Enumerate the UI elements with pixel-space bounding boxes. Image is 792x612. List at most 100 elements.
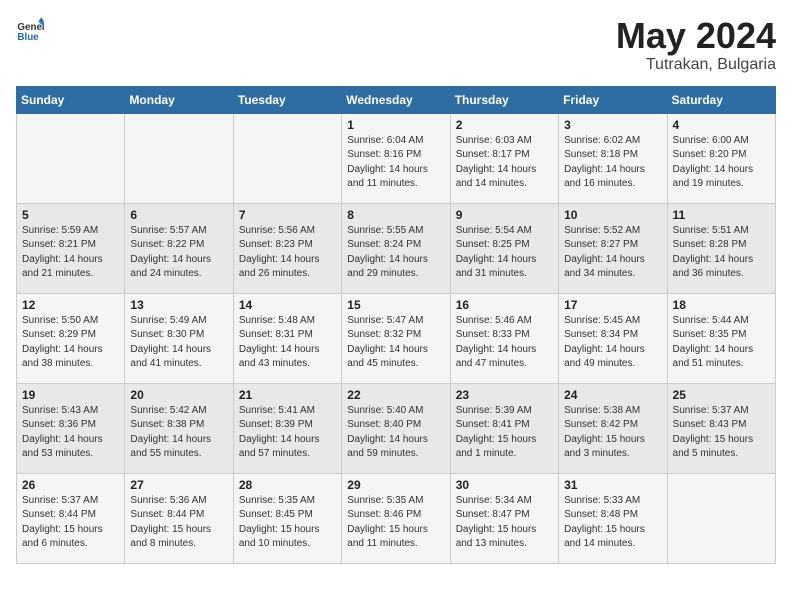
svg-text:Blue: Blue xyxy=(17,32,39,43)
col-thursday: Thursday xyxy=(450,86,558,113)
day-number: 8 xyxy=(347,208,444,222)
calendar-cell: 15 Sunrise: 5:47 AM Sunset: 8:32 PM Dayli… xyxy=(342,293,450,383)
day-number: 25 xyxy=(673,388,770,402)
day-info: Sunrise: 5:50 AM Sunset: 8:29 PM Dayligh… xyxy=(22,314,119,372)
calendar-cell: 13Sunrise: 5:49 AM Sunset: 8:30 PM Dayli… xyxy=(125,293,233,383)
day-info: Sunrise: 6:04 AM Sunset: 8:16 PM Dayligh… xyxy=(347,134,444,192)
calendar-cell: 1 Sunrise: 6:04 AM Sunset: 8:16 PM Daylig… xyxy=(342,113,450,203)
col-sunday: Sunday xyxy=(17,86,125,113)
month-title: May 2024 xyxy=(616,16,776,56)
calendar-week-2: 5Sunrise: 5:59 AM Sunset: 8:21 PM Daylig… xyxy=(17,203,776,293)
calendar-cell: 9 Sunrise: 5:54 AM Sunset: 8:25 PM Daylig… xyxy=(450,203,558,293)
day-info: Sunrise: 5:38 AM Sunset: 8:42 PM Dayligh… xyxy=(564,404,661,462)
day-number: 3 xyxy=(564,118,661,132)
day-info: Sunrise: 5:52 AM Sunset: 8:27 PM Dayligh… xyxy=(564,224,661,282)
day-number: 12 xyxy=(22,298,119,312)
day-number: 31 xyxy=(564,478,661,492)
calendar-cell: 24 Sunrise: 5:38 AM Sunset: 8:42 PM Dayli… xyxy=(559,383,667,473)
calendar-cell: 25Sunrise: 5:37 AM Sunset: 8:43 PM Dayli… xyxy=(667,383,775,473)
calendar-cell xyxy=(233,113,341,203)
day-number: 19 xyxy=(22,388,119,402)
header-row: Sunday Monday Tuesday Wednesday Thursday… xyxy=(17,86,776,113)
calendar-cell: 20 Sunrise: 5:42 AM Sunset: 8:38 PM Dayli… xyxy=(125,383,233,473)
page-header: General Blue May 2024 Tutrakan, Bulgaria xyxy=(16,16,776,74)
day-info: Sunrise: 5:47 AM Sunset: 8:32 PM Dayligh… xyxy=(347,314,444,372)
day-info: Sunrise: 5:35 AM Sunset: 8:45 PM Dayligh… xyxy=(239,494,336,552)
day-number: 4 xyxy=(673,118,770,132)
day-number: 29 xyxy=(347,478,444,492)
calendar-cell: 6 Sunrise: 5:57 AM Sunset: 8:22 PM Daylig… xyxy=(125,203,233,293)
day-number: 24 xyxy=(564,388,661,402)
day-info: Sunrise: 6:02 AM Sunset: 8:18 PM Dayligh… xyxy=(564,134,661,192)
col-friday: Friday xyxy=(559,86,667,113)
calendar-cell: 29Sunrise: 5:35 AM Sunset: 8:46 PM Dayli… xyxy=(342,473,450,563)
day-info: Sunrise: 5:43 AM Sunset: 8:36 PM Dayligh… xyxy=(22,404,119,462)
day-number: 18 xyxy=(673,298,770,312)
calendar-cell xyxy=(17,113,125,203)
col-tuesday: Tuesday xyxy=(233,86,341,113)
day-info: Sunrise: 5:39 AM Sunset: 8:41 PM Dayligh… xyxy=(456,404,553,462)
calendar-week-4: 19 Sunrise: 5:43 AM Sunset: 8:36 PM Dayli… xyxy=(17,383,776,473)
day-info: Sunrise: 6:00 AM Sunset: 8:20 PM Dayligh… xyxy=(673,134,770,192)
calendar-cell: 18 Sunrise: 5:44 AM Sunset: 8:35 PM Dayli… xyxy=(667,293,775,383)
calendar-cell: 14 Sunrise: 5:48 AM Sunset: 8:31 PM Dayli… xyxy=(233,293,341,383)
day-number: 7 xyxy=(239,208,336,222)
day-number: 21 xyxy=(239,388,336,402)
day-number: 16 xyxy=(456,298,553,312)
col-saturday: Saturday xyxy=(667,86,775,113)
calendar-week-1: 1 Sunrise: 6:04 AM Sunset: 8:16 PM Daylig… xyxy=(17,113,776,203)
calendar-cell: 27Sunrise: 5:36 AM Sunset: 8:44 PM Dayli… xyxy=(125,473,233,563)
day-info: Sunrise: 5:54 AM Sunset: 8:25 PM Dayligh… xyxy=(456,224,553,282)
calendar-cell: 17Sunrise: 5:45 AM Sunset: 8:34 PM Dayli… xyxy=(559,293,667,383)
day-info: Sunrise: 5:55 AM Sunset: 8:24 PM Dayligh… xyxy=(347,224,444,282)
day-number: 14 xyxy=(239,298,336,312)
calendar-cell: 22Sunrise: 5:40 AM Sunset: 8:40 PM Dayli… xyxy=(342,383,450,473)
day-info: Sunrise: 5:46 AM Sunset: 8:33 PM Dayligh… xyxy=(456,314,553,372)
calendar-cell: 2Sunrise: 6:03 AM Sunset: 8:17 PM Daylig… xyxy=(450,113,558,203)
calendar-table: Sunday Monday Tuesday Wednesday Thursday… xyxy=(16,86,776,564)
calendar-cell: 7Sunrise: 5:56 AM Sunset: 8:23 PM Daylig… xyxy=(233,203,341,293)
day-number: 13 xyxy=(130,298,227,312)
calendar-cell xyxy=(125,113,233,203)
day-number: 5 xyxy=(22,208,119,222)
day-number: 9 xyxy=(456,208,553,222)
day-number: 15 xyxy=(347,298,444,312)
logo: General Blue xyxy=(16,16,44,44)
day-info: Sunrise: 5:44 AM Sunset: 8:35 PM Dayligh… xyxy=(673,314,770,372)
day-info: Sunrise: 5:34 AM Sunset: 8:47 PM Dayligh… xyxy=(456,494,553,552)
day-number: 6 xyxy=(130,208,227,222)
calendar-cell: 19 Sunrise: 5:43 AM Sunset: 8:36 PM Dayli… xyxy=(17,383,125,473)
day-info: Sunrise: 5:42 AM Sunset: 8:38 PM Dayligh… xyxy=(130,404,227,462)
calendar-cell: 28Sunrise: 5:35 AM Sunset: 8:45 PM Dayli… xyxy=(233,473,341,563)
day-info: Sunrise: 5:57 AM Sunset: 8:22 PM Dayligh… xyxy=(130,224,227,282)
calendar-cell xyxy=(667,473,775,563)
calendar-cell: 21Sunrise: 5:41 AM Sunset: 8:39 PM Dayli… xyxy=(233,383,341,473)
calendar-cell: 31 Sunrise: 5:33 AM Sunset: 8:48 PM Dayli… xyxy=(559,473,667,563)
day-info: Sunrise: 5:37 AM Sunset: 8:44 PM Dayligh… xyxy=(22,494,119,552)
calendar-cell: 3 Sunrise: 6:02 AM Sunset: 8:18 PM Daylig… xyxy=(559,113,667,203)
day-info: Sunrise: 5:51 AM Sunset: 8:28 PM Dayligh… xyxy=(673,224,770,282)
calendar-cell: 12 Sunrise: 5:50 AM Sunset: 8:29 PM Dayli… xyxy=(17,293,125,383)
day-number: 20 xyxy=(130,388,227,402)
day-info: Sunrise: 5:36 AM Sunset: 8:44 PM Dayligh… xyxy=(130,494,227,552)
calendar-cell: 4 Sunrise: 6:00 AM Sunset: 8:20 PM Daylig… xyxy=(667,113,775,203)
calendar-cell: 10Sunrise: 5:52 AM Sunset: 8:27 PM Dayli… xyxy=(559,203,667,293)
calendar-week-5: 26 Sunrise: 5:37 AM Sunset: 8:44 PM Dayli… xyxy=(17,473,776,563)
day-info: Sunrise: 5:48 AM Sunset: 8:31 PM Dayligh… xyxy=(239,314,336,372)
day-number: 1 xyxy=(347,118,444,132)
day-number: 23 xyxy=(456,388,553,402)
day-number: 11 xyxy=(673,208,770,222)
calendar-cell: 26 Sunrise: 5:37 AM Sunset: 8:44 PM Dayli… xyxy=(17,473,125,563)
day-info: Sunrise: 5:33 AM Sunset: 8:48 PM Dayligh… xyxy=(564,494,661,552)
col-wednesday: Wednesday xyxy=(342,86,450,113)
calendar-cell: 30 Sunrise: 5:34 AM Sunset: 8:47 PM Dayli… xyxy=(450,473,558,563)
calendar-cell: 8 Sunrise: 5:55 AM Sunset: 8:24 PM Daylig… xyxy=(342,203,450,293)
calendar-cell: 5Sunrise: 5:59 AM Sunset: 8:21 PM Daylig… xyxy=(17,203,125,293)
day-number: 26 xyxy=(22,478,119,492)
day-number: 30 xyxy=(456,478,553,492)
day-info: Sunrise: 5:40 AM Sunset: 8:40 PM Dayligh… xyxy=(347,404,444,462)
day-number: 17 xyxy=(564,298,661,312)
col-monday: Monday xyxy=(125,86,233,113)
logo-icon: General Blue xyxy=(16,16,44,44)
location-title: Tutrakan, Bulgaria xyxy=(616,56,776,74)
